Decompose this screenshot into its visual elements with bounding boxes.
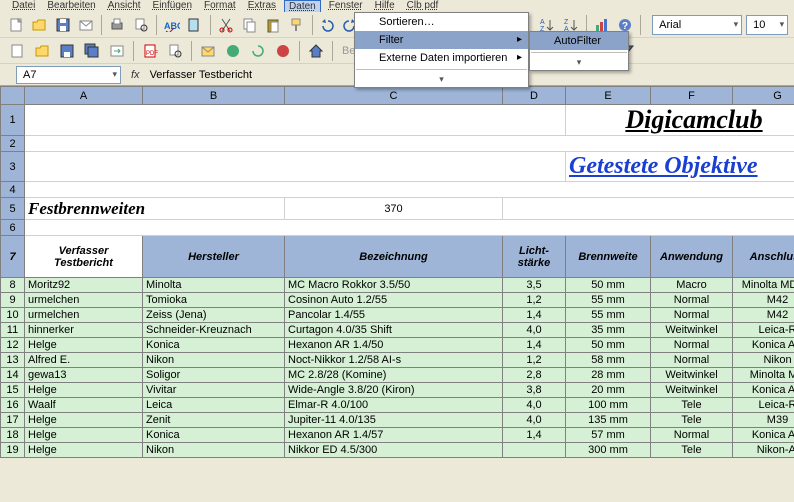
- table-row[interactable]: 15 HelgeVivitarWide-Angle 3.8/20 (Kiron)…: [1, 383, 794, 398]
- page-subtitle[interactable]: Getestete Objektive: [569, 153, 758, 179]
- filter-submenu[interactable]: AutoFilter ▾: [529, 31, 629, 71]
- section-title: Festbrennweiten: [28, 199, 145, 218]
- table-row[interactable]: 18 HelgeKonicaHexanon AR 1.4/57 1,457 mm…: [1, 428, 794, 443]
- undo-icon[interactable]: [317, 14, 337, 36]
- table-row[interactable]: 19 HelgeNikonNikkor ED 4.5/300 300 mmTel…: [1, 443, 794, 458]
- name-box[interactable]: A7: [16, 66, 121, 84]
- menu-sort[interactable]: Sortieren…: [355, 13, 528, 31]
- print-preview-icon[interactable]: [130, 14, 150, 36]
- print-icon[interactable]: [107, 14, 127, 36]
- table-row[interactable]: 9 urmelchenTomiokaCosinon Auto 1.2/55 1,…: [1, 293, 794, 308]
- paste-icon[interactable]: [263, 14, 283, 36]
- save2-icon[interactable]: [56, 40, 78, 62]
- open-icon[interactable]: [29, 14, 49, 36]
- table-row[interactable]: 13 Alfred E.NikonNoct-Nikkor 1.2/58 AI-s…: [1, 353, 794, 368]
- table-header-row: 7 Verfasser Testbericht Hersteller Bezei…: [1, 236, 794, 278]
- page-title: Digicamclub: [625, 105, 762, 134]
- table-row[interactable]: 12 HelgeKonicaHexanon AR 1.4/50 1,450 mm…: [1, 338, 794, 353]
- home-icon[interactable]: [305, 40, 327, 62]
- new-doc-icon[interactable]: [6, 14, 26, 36]
- format-painter-icon[interactable]: [286, 14, 306, 36]
- menu-extern[interactable]: Externe Daten importieren: [355, 49, 528, 67]
- link-icon[interactable]: [222, 40, 244, 62]
- font-name-select[interactable]: Arial: [652, 15, 742, 35]
- section-count: 370: [285, 198, 503, 220]
- column-headers: A B C D E F G: [1, 87, 794, 105]
- menu-autofilter[interactable]: AutoFilter: [530, 32, 628, 50]
- svg-text:Z: Z: [564, 19, 569, 26]
- table-row[interactable]: 10 urmelchenZeiss (Jena)Pancolar 1.4/55 …: [1, 308, 794, 323]
- daten-menu[interactable]: Sortieren… Filter Externe Daten importie…: [354, 12, 529, 88]
- pdf-icon[interactable]: PDF: [139, 40, 161, 62]
- svg-text:A: A: [540, 19, 545, 26]
- svg-text:PDF: PDF: [146, 51, 158, 57]
- mail2-icon[interactable]: [197, 40, 219, 62]
- open2-icon[interactable]: [31, 40, 53, 62]
- cut-icon[interactable]: [216, 14, 236, 36]
- table-row[interactable]: 16 WaalfLeicaElmar-R 4.0/100 4,0100 mmTe…: [1, 398, 794, 413]
- table-row[interactable]: 17 HelgeZenitJupiter-11 4.0/135 4,0135 m…: [1, 413, 794, 428]
- spreadsheet-area[interactable]: A B C D E F G 1Digicamclub 2 3Getestete …: [0, 86, 794, 458]
- spell-icon[interactable]: ABC: [162, 14, 182, 36]
- formula-text[interactable]: Verfasser Testbericht: [150, 69, 253, 81]
- mail-icon[interactable]: [76, 14, 96, 36]
- save-icon[interactable]: [53, 14, 73, 36]
- table-row[interactable]: 8 Moritz92MinoltaMC Macro Rokkor 3.5/50 …: [1, 278, 794, 293]
- copy-icon[interactable]: [240, 14, 260, 36]
- svg-text:?: ?: [622, 21, 628, 32]
- submenu-expand-icon[interactable]: ▾: [530, 55, 628, 70]
- font-size-select[interactable]: 10: [746, 15, 788, 35]
- saveall-icon[interactable]: [81, 40, 103, 62]
- convert-icon[interactable]: [106, 40, 128, 62]
- research-icon[interactable]: [185, 14, 205, 36]
- table-row[interactable]: 11 hinnerkerSchneider-KreuznachCurtagon …: [1, 323, 794, 338]
- select-all-corner[interactable]: [1, 87, 25, 105]
- new2-icon[interactable]: [6, 40, 28, 62]
- refresh-icon[interactable]: [247, 40, 269, 62]
- table-row[interactable]: 14 gewa13SoligorMC 2.8/28 (Komine) 2,828…: [1, 368, 794, 383]
- menu-filter[interactable]: Filter: [355, 31, 528, 49]
- menubar[interactable]: DateiBearbeitenAnsichtEinfügenFormatExtr…: [0, 0, 794, 12]
- fx-label: fx: [131, 69, 140, 81]
- menu-expand-icon[interactable]: ▾: [355, 72, 528, 87]
- stop-icon[interactable]: [272, 40, 294, 62]
- preview2-icon[interactable]: [164, 40, 186, 62]
